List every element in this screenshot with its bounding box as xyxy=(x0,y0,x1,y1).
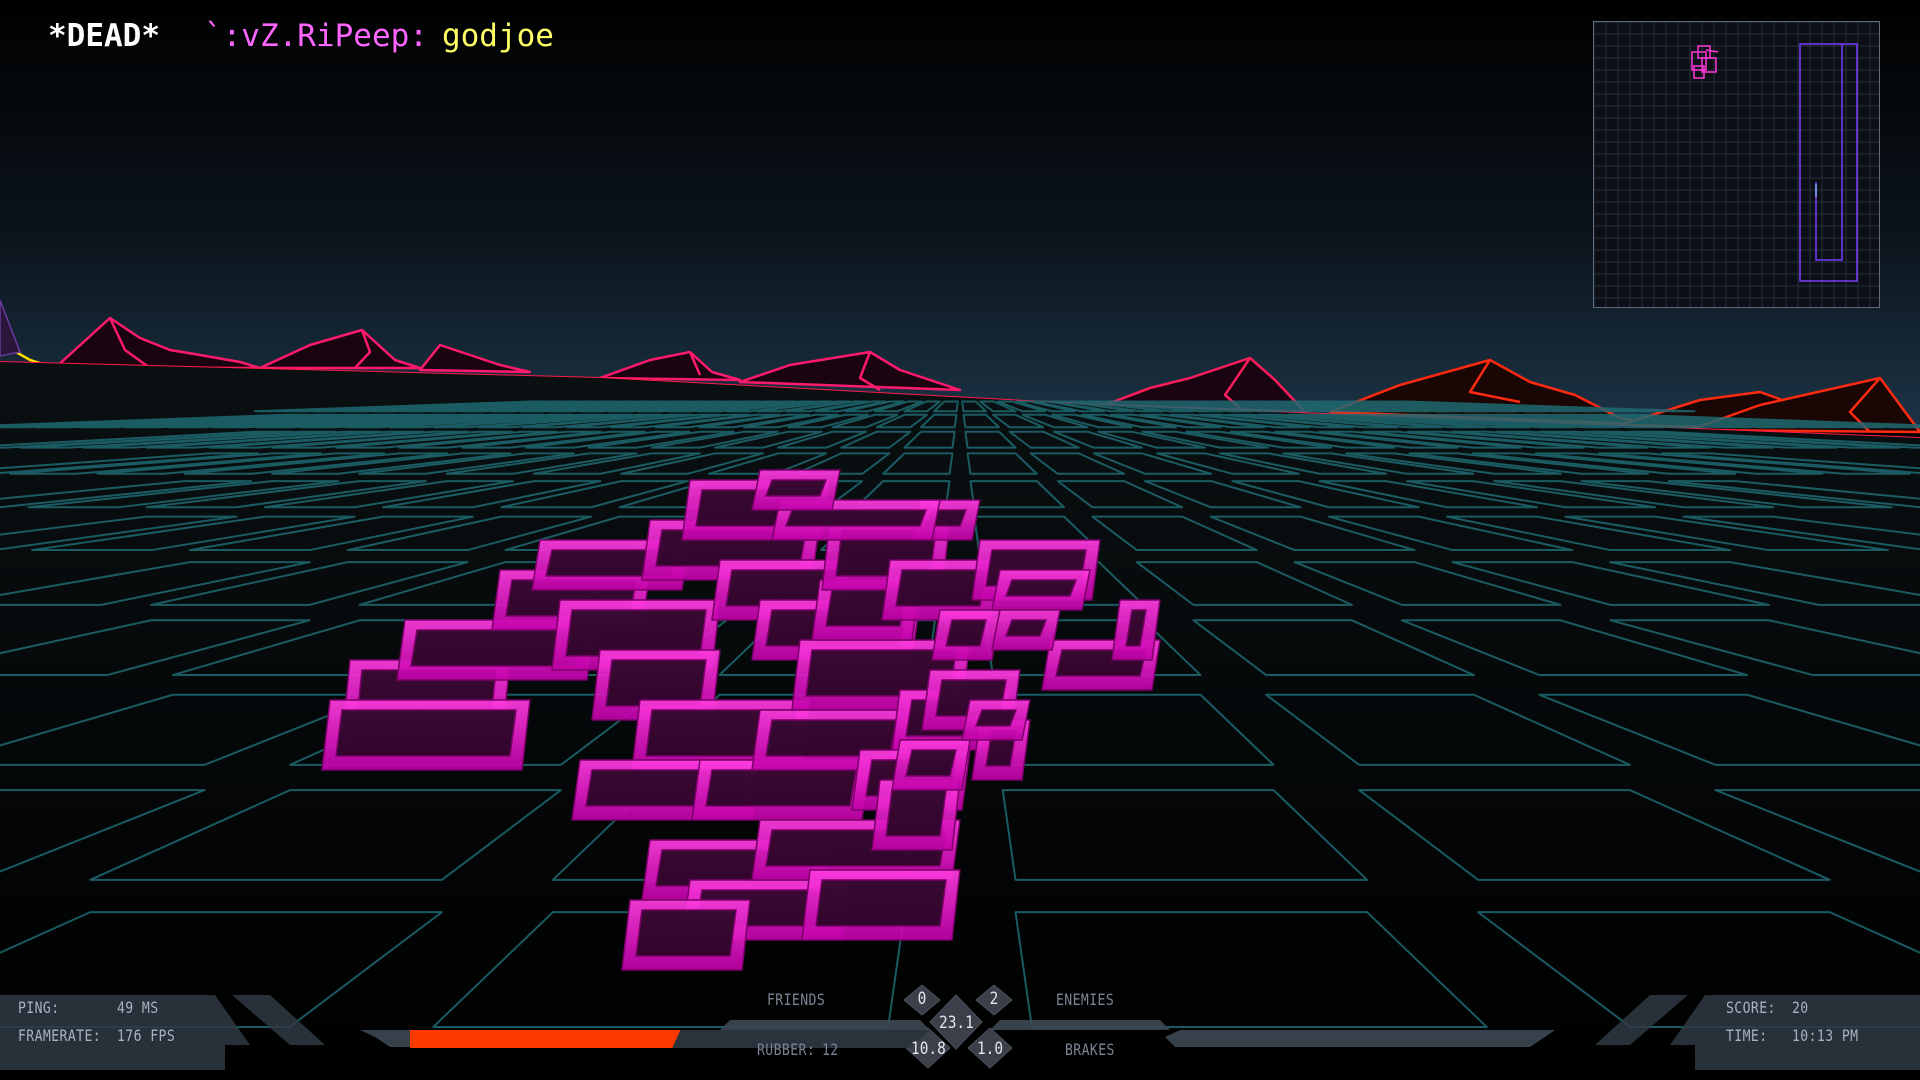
speed-bar-fill xyxy=(410,1030,681,1048)
minimap-trail-inner xyxy=(1815,44,1843,261)
framerate-value: 176 FPS xyxy=(117,1026,176,1045)
light-wall-gap xyxy=(784,509,928,527)
speed-bar xyxy=(410,1030,930,1048)
light-wall-gap xyxy=(945,619,987,647)
minimap-canvas xyxy=(1593,21,1879,307)
light-wall-gap xyxy=(635,909,737,957)
light-wall-gap xyxy=(705,769,857,807)
friends-count: 0 xyxy=(917,989,927,1009)
rubber-value: 12 xyxy=(822,1040,839,1059)
dead-status: *DEAD* xyxy=(48,18,160,54)
light-wall-gap xyxy=(605,659,707,707)
brakes-meter: 1.0 xyxy=(976,1039,1004,1059)
ping-value: 49 MS xyxy=(117,998,159,1017)
ping-label: PING: xyxy=(18,998,60,1017)
light-wall-gap xyxy=(335,709,517,757)
score-value: 20 xyxy=(1792,998,1809,1017)
rubber-label: RUBBER: xyxy=(757,1040,816,1059)
light-wall-gap xyxy=(565,609,707,657)
time-label: TIME: xyxy=(1726,1026,1768,1045)
light-wall-gap xyxy=(1004,579,1078,597)
rubber-meter: 10.8 xyxy=(911,1039,946,1059)
minimap xyxy=(1593,21,1880,308)
score-label: SCORE: xyxy=(1726,998,1776,1017)
chat-message: godjoe xyxy=(441,18,554,54)
framerate-label: FRAMERATE: xyxy=(18,1026,102,1045)
minimap-trail xyxy=(1799,43,1858,282)
friends-label: FRIENDS xyxy=(767,990,826,1009)
light-wall-gap xyxy=(764,479,828,497)
enemies-label: ENEMIES xyxy=(1056,990,1115,1009)
speed-value: 23.1 xyxy=(939,1013,974,1033)
light-wall-gap xyxy=(885,789,947,837)
light-wall-gap xyxy=(905,749,957,777)
time-value: 10:13 PM xyxy=(1792,1026,1859,1045)
light-wall-gap xyxy=(1004,619,1048,637)
light-wall-gap xyxy=(974,709,1018,727)
console-line: *DEAD* `:vZ.RiPeep: godjoe xyxy=(48,14,554,58)
light-wall-gap xyxy=(815,879,947,927)
enemies-count: 2 xyxy=(989,989,999,1009)
chat-player-name: `:vZ.RiPeep: xyxy=(203,18,428,54)
brakes-label: BRAKES xyxy=(1065,1040,1115,1059)
